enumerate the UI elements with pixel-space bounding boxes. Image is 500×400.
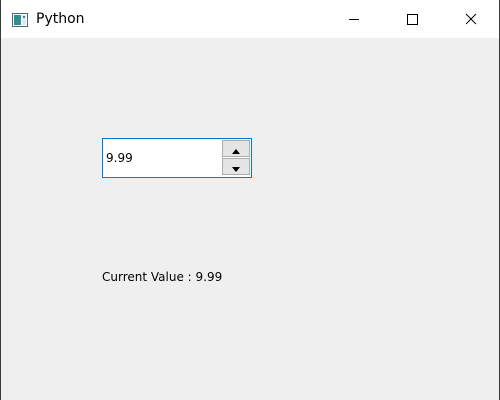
close-icon (465, 10, 477, 29)
double-spinbox[interactable] (102, 138, 252, 178)
title-bar[interactable]: Python (1, 0, 499, 38)
minimize-button[interactable] (331, 0, 377, 38)
app-icon (12, 12, 28, 27)
window-title: Python (36, 11, 85, 27)
maximize-icon (406, 10, 418, 29)
spinbox-input[interactable] (105, 141, 220, 175)
client-area (1, 38, 499, 400)
spin-down-button[interactable] (222, 158, 250, 175)
triangle-up-icon (232, 139, 240, 158)
triangle-down-icon (232, 157, 240, 176)
app-window: Python 9.99 Current Value: 9.99 (0, 0, 500, 400)
spin-up-button[interactable] (222, 140, 250, 157)
spinbox-buttons (222, 140, 250, 176)
close-button[interactable] (448, 0, 494, 38)
current-value-label: Current Value : 9.99 (102, 270, 223, 284)
minimize-icon (348, 10, 360, 29)
maximize-button[interactable] (389, 0, 435, 38)
